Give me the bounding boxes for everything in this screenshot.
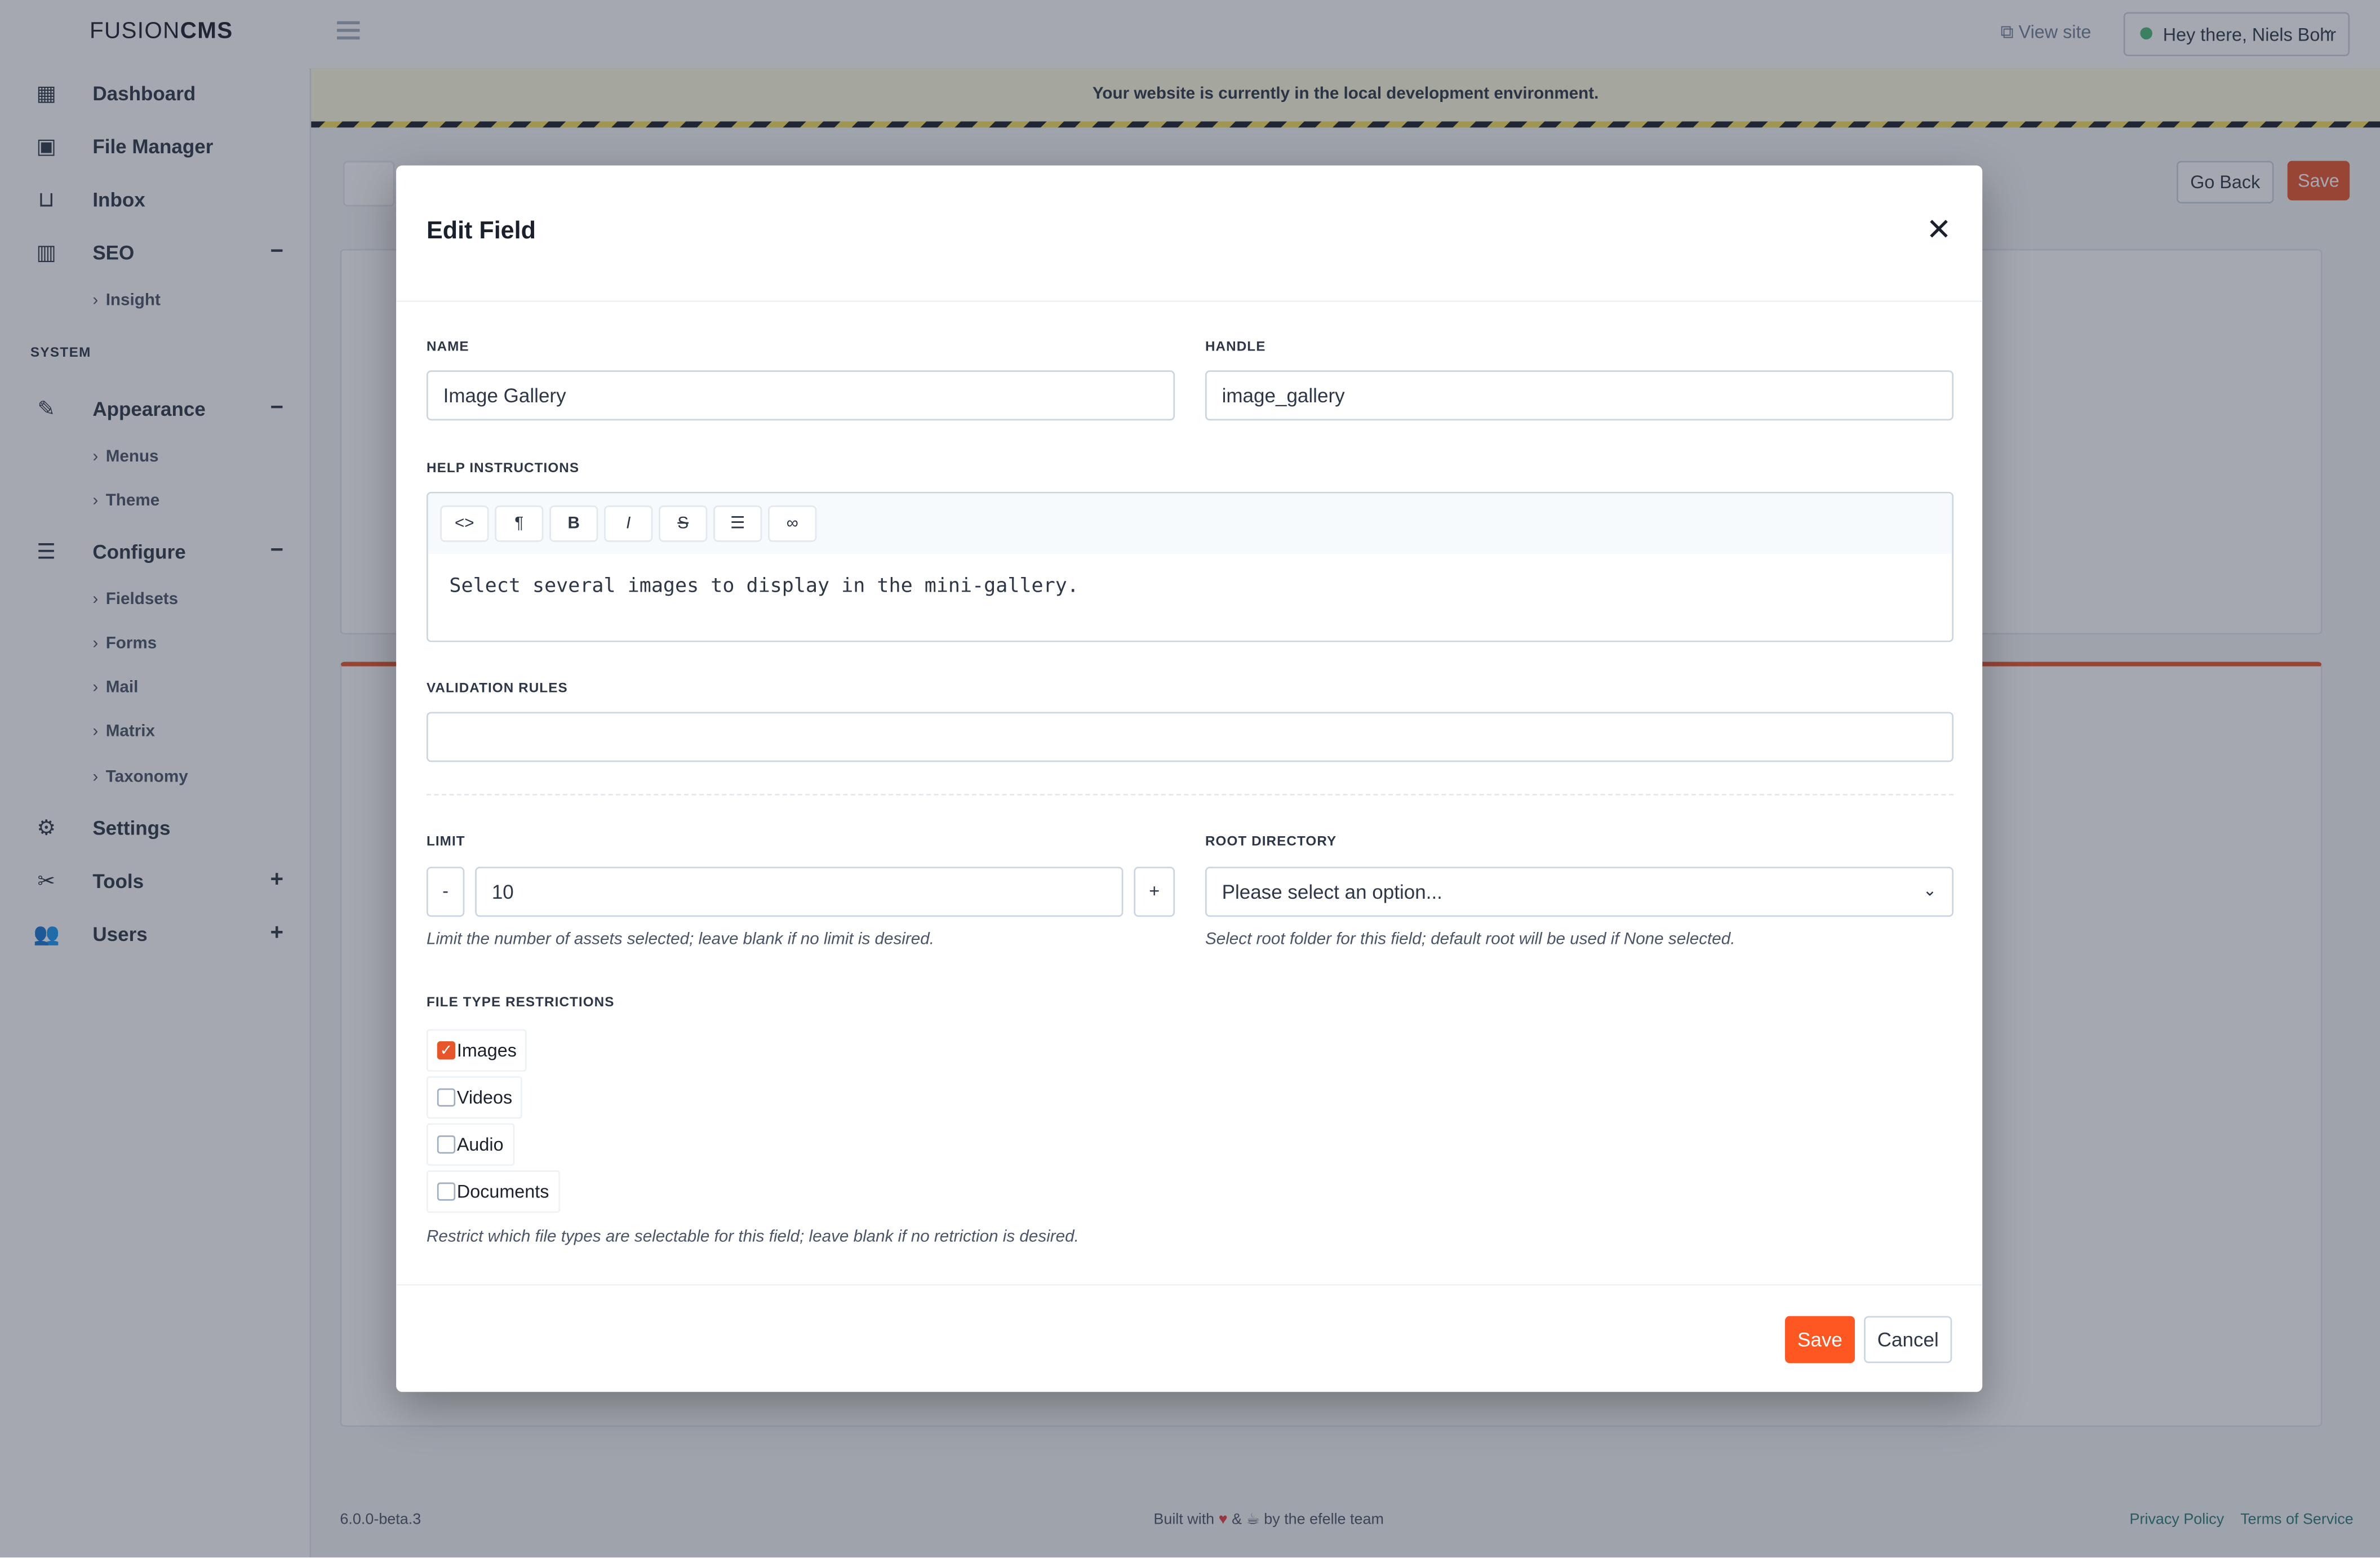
checkbox-videos[interactable]: Videos	[426, 1076, 523, 1119]
checkmark-icon: ✓	[437, 1041, 456, 1060]
divider	[396, 300, 1983, 303]
modal-title: Edit Field	[426, 218, 536, 245]
limit-help: Limit the number of assets selected; lea…	[426, 930, 934, 949]
validation-rules-input[interactable]	[426, 712, 1954, 762]
chevron-down-icon: ⌄	[1922, 882, 1937, 900]
name-label: NAME	[426, 338, 469, 354]
paragraph-icon[interactable]: ¶	[495, 505, 544, 542]
limit-label: LIMIT	[426, 833, 465, 849]
name-input[interactable]: Image Gallery	[426, 370, 1175, 421]
checkbox-audio[interactable]: Audio	[426, 1123, 514, 1166]
cancel-button[interactable]: Cancel	[1864, 1316, 1952, 1364]
root-directory-help: Select root folder for this field; defau…	[1205, 930, 1735, 949]
root-directory-label: ROOT DIRECTORY	[1205, 833, 1337, 849]
checkbox-images[interactable]: ✓ Images	[426, 1029, 527, 1072]
help-instructions-label: HELP INSTRUCTIONS	[426, 460, 580, 476]
help-editor[interactable]: <> ¶ B I S ☰ ∞ Select several images to …	[426, 491, 1954, 642]
file-type-help: Restrict which file types are selectable…	[426, 1228, 1079, 1246]
file-type-restrictions-label: FILE TYPE RESTRICTIONS	[426, 994, 615, 1010]
root-directory-select[interactable]: Please select an option... ⌄	[1205, 867, 1954, 917]
help-text: Select several images to display in the …	[449, 575, 1079, 598]
bold-icon[interactable]: B	[549, 505, 598, 542]
validation-rules-label: VALIDATION RULES	[426, 680, 568, 695]
edit-field-modal: Edit Field ✕ NAME Image Gallery HANDLE i…	[396, 165, 1983, 1392]
link-icon[interactable]: ∞	[768, 505, 817, 542]
editor-toolbar: <> ¶ B I S ☰ ∞	[428, 493, 1952, 554]
divider	[396, 1284, 1983, 1286]
close-icon[interactable]: ✕	[1926, 216, 1952, 246]
strikethrough-icon[interactable]: S	[659, 505, 708, 542]
code-icon[interactable]: <>	[440, 505, 489, 542]
divider	[426, 793, 1954, 796]
limit-increment-button[interactable]: +	[1134, 867, 1175, 917]
checkbox-documents[interactable]: Documents	[426, 1170, 560, 1213]
handle-label: HANDLE	[1205, 338, 1266, 354]
limit-decrement-button[interactable]: -	[426, 867, 465, 917]
bullet-list-icon[interactable]: ☰	[713, 505, 762, 542]
handle-input[interactable]: image_gallery	[1205, 370, 1954, 421]
save-button[interactable]: Save	[1785, 1316, 1855, 1364]
limit-input[interactable]: 10	[475, 867, 1124, 917]
italic-icon[interactable]: I	[604, 505, 653, 542]
